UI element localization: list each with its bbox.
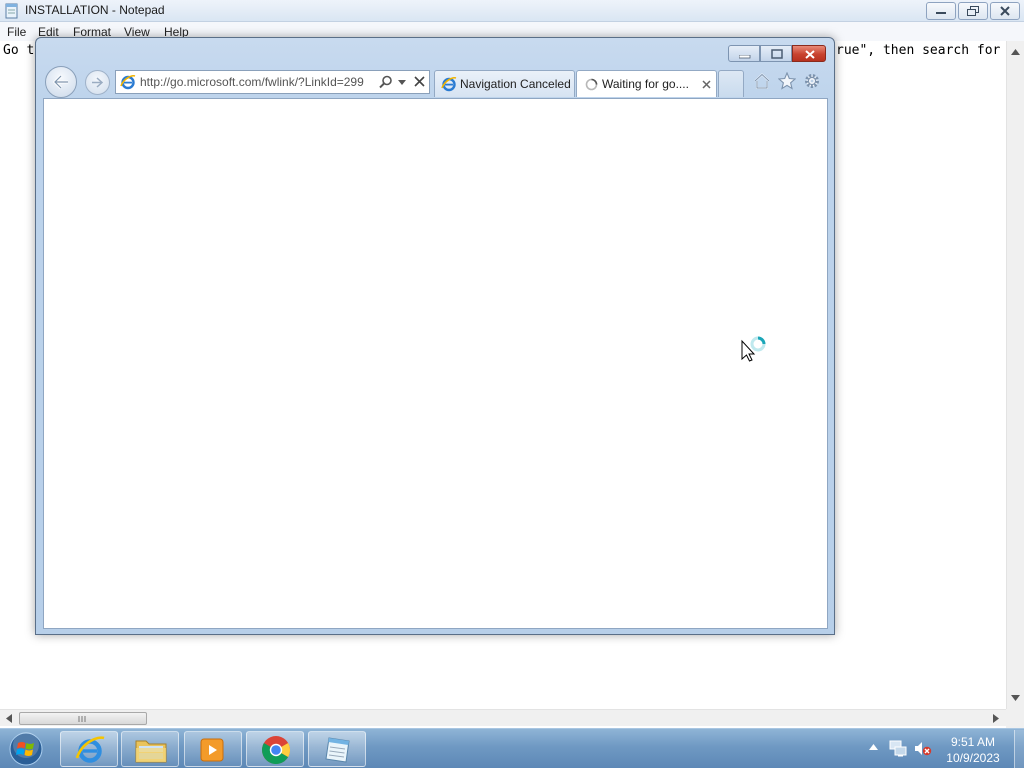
clock-time: 9:51 AM (950, 735, 996, 749)
taskbar-windows-media-player[interactable] (184, 731, 242, 767)
show-desktop-button[interactable] (1014, 730, 1024, 768)
taskbar-windows-explorer[interactable] (121, 731, 179, 767)
notepad-app-icon (4, 3, 19, 19)
menu-file[interactable]: File (7, 25, 26, 39)
media-player-icon (200, 738, 224, 762)
notepad-text-left: Go t (3, 43, 35, 58)
notepad-close-button[interactable] (990, 2, 1020, 20)
internet-explorer-icon (75, 736, 105, 763)
busy-cursor-icon (741, 335, 769, 363)
loading-spinner-icon (585, 78, 598, 91)
stop-icon[interactable] (414, 76, 425, 87)
scrollbar-corner (1006, 709, 1024, 728)
address-bar[interactable]: http://go.microsoft.com/fwlink/?LinkId=2… (115, 70, 430, 94)
chrome-icon (262, 736, 290, 764)
scroll-right-icon[interactable] (993, 714, 999, 723)
forward-button[interactable] (85, 70, 110, 95)
ie-page-icon (120, 74, 136, 90)
taskbar: 9:51 AM 10/9/2023 (0, 728, 1024, 768)
ie-close-button[interactable] (792, 45, 826, 62)
ie-maximize-button[interactable] (760, 45, 792, 62)
notepad-title: INSTALLATION - Notepad (25, 3, 165, 17)
clock-date: 10/9/2023 (946, 751, 1000, 765)
show-hidden-icons-arrow[interactable] (869, 744, 878, 750)
new-tab-button[interactable] (718, 70, 744, 97)
page-content[interactable] (43, 98, 828, 629)
notepad-vertical-scrollbar[interactable] (1006, 41, 1024, 709)
home-icon[interactable] (753, 73, 771, 90)
back-button[interactable] (45, 66, 77, 98)
address-url[interactable]: http://go.microsoft.com/fwlink/?LinkId=2… (140, 75, 364, 89)
folder-icon (135, 740, 167, 763)
start-button[interactable] (6, 730, 46, 768)
taskbar-google-chrome[interactable] (246, 731, 304, 767)
scroll-left-icon[interactable] (6, 714, 12, 723)
scroll-up-icon[interactable] (1011, 49, 1020, 55)
system-clock[interactable]: 9:51 AM 10/9/2023 (935, 734, 1011, 766)
ie-tab-icon (441, 76, 457, 92)
volume-muted-icon[interactable] (914, 740, 932, 757)
taskbar-internet-explorer[interactable] (60, 731, 118, 767)
tools-gear-icon[interactable] (803, 72, 821, 90)
horizontal-scroll-thumb[interactable] (19, 712, 147, 725)
address-dropdown-icon[interactable] (398, 80, 406, 85)
network-icon[interactable] (889, 740, 907, 757)
notepad-icon (325, 737, 350, 763)
internet-explorer-window[interactable]: http://go.microsoft.com/fwlink/?LinkId=2… (35, 37, 835, 635)
taskbar-notepad[interactable] (308, 731, 366, 767)
notepad-restore-button[interactable] (958, 2, 988, 20)
notepad-horizontal-scrollbar[interactable] (0, 709, 1006, 726)
notepad-text-right: rue", then search for (836, 43, 1001, 58)
tab-navigation-canceled[interactable]: Navigation Canceled (434, 70, 575, 97)
scroll-down-icon[interactable] (1011, 695, 1020, 701)
notepad-title-bar[interactable]: INSTALLATION - Notepad (0, 0, 1024, 22)
ie-minimize-button[interactable] (728, 45, 760, 62)
tab-label: Navigation Canceled (460, 77, 571, 91)
notepad-minimize-button[interactable] (926, 2, 956, 20)
tab-waiting[interactable]: Waiting for go.... (576, 70, 717, 97)
search-icon[interactable] (379, 75, 393, 89)
close-tab-icon[interactable] (702, 80, 711, 89)
favorites-star-icon[interactable] (778, 72, 796, 90)
tab-label: Waiting for go.... (602, 77, 689, 91)
